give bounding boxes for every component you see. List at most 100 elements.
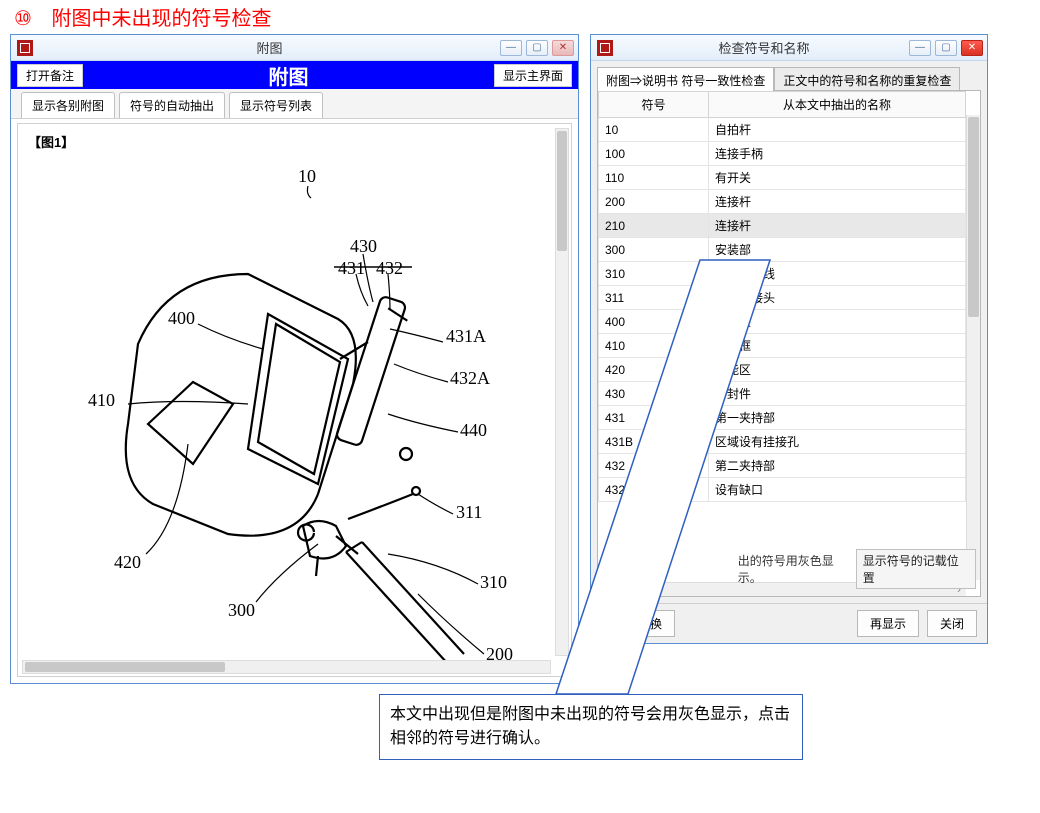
cell-name: 有开关 [709, 166, 966, 190]
fig-label-420: 420 [114, 552, 141, 572]
table-row[interactable]: 110有开关 [599, 166, 966, 190]
close-button[interactable]: ✕ [961, 40, 983, 56]
check-window: 检查符号和名称 — ▢ ✕ 附图⇒说明书 符号一致性检查 正文中的符号和名称的重… [590, 34, 988, 644]
table-row[interactable]: 311第一连接头 [599, 286, 966, 310]
settings-switch-button[interactable]: 设定切换 [601, 610, 675, 637]
cell-symbol: 430 [599, 382, 709, 406]
check-tabbar: 附图⇒说明书 符号一致性检查 正文中的符号和名称的重复检查 [597, 67, 981, 91]
symbol-table-panel: 符号 从本文中抽出的名称 10自拍杆100连接手柄110有开关200连接杆210… [597, 90, 981, 597]
symbol-table[interactable]: 符号 从本文中抽出的名称 10自拍杆100连接手柄110有开关200连接杆210… [598, 91, 966, 502]
cell-symbol: 400 [599, 310, 709, 334]
close-panel-button[interactable]: 关闭 [927, 610, 977, 637]
cell-name: 连接手柄 [709, 142, 966, 166]
fig-label-431: 431 [338, 258, 365, 278]
close-button[interactable]: ✕ [552, 40, 574, 56]
bottom-button-bar: 设定切换 再显示 关闭 [591, 603, 987, 643]
table-row[interactable]: 432第二夹持部 [599, 454, 966, 478]
fig-label-10: 10 [298, 166, 316, 186]
cell-name: 第一连接头 [709, 286, 966, 310]
blue-toolbar: 打开备注 附图 显示主界面 [11, 61, 578, 89]
table-row[interactable]: 430密封件 [599, 382, 966, 406]
page-heading: ⑩ 附图中未出现的符号检查 [14, 2, 272, 31]
cell-symbol: 432B [599, 478, 709, 502]
table-row[interactable]: 310第一连接线 [599, 262, 966, 286]
figure-window: 附图 — ▢ ✕ 打开备注 附图 显示主界面 显示各别附图 符号的自动抽出 显示… [10, 34, 579, 684]
heading-text: 附图中未出现的符号检查 [52, 8, 272, 30]
left-window-title: 附图 [39, 38, 500, 57]
callout-text: 本文中出现但是附图中未出现的符号会用灰色显示，点击相邻的符号进行确认。 [390, 706, 790, 747]
cell-name: 防水袋 [709, 310, 966, 334]
app-icon [17, 40, 33, 56]
table-row[interactable]: 420功能区 [599, 358, 966, 382]
fig-label-300: 300 [228, 600, 255, 620]
figure-svg: 10 430 431 432 431A 432A 440 311 310 200… [18, 124, 558, 664]
table-row[interactable]: 431第一夹持部 [599, 406, 966, 430]
cell-name: 安装部 [709, 238, 966, 262]
cell-symbol: 100 [599, 142, 709, 166]
cell-name: 连接杆 [709, 190, 966, 214]
cell-name: 第一夹持部 [709, 406, 966, 430]
table-row[interactable]: 410安装框 [599, 334, 966, 358]
cell-name: 连接杆 [709, 214, 966, 238]
table-row[interactable]: 400防水袋 [599, 310, 966, 334]
cell-symbol: 420 [599, 358, 709, 382]
fig-label-310: 310 [480, 572, 507, 592]
fig-label-432: 432 [376, 258, 403, 278]
cell-name: 区域设有挂接孔 [709, 430, 966, 454]
fig-label-431A: 431A [446, 326, 486, 346]
table-row[interactable]: 10自拍杆 [599, 118, 966, 142]
show-symbol-position-button[interactable]: 显示符号的记载位置 [856, 549, 976, 589]
heading-num: ⑩ [14, 6, 32, 31]
tab-auto-extract-symbols[interactable]: 符号的自动抽出 [119, 92, 225, 118]
cell-symbol: 410 [599, 334, 709, 358]
blue-title: 附图 [89, 61, 488, 90]
refresh-button[interactable]: 再显示 [857, 610, 919, 637]
cell-symbol: 311 [599, 286, 709, 310]
tab-duplicate-check[interactable]: 正文中的符号和名称的重复检查 [774, 67, 960, 91]
table-row[interactable]: 200连接杆 [599, 190, 966, 214]
cell-symbol: 432 [599, 454, 709, 478]
tab-show-symbol-list[interactable]: 显示符号列表 [229, 92, 323, 118]
cell-symbol: 431B [599, 430, 709, 454]
tab-consistency-check[interactable]: 附图⇒说明书 符号一致性检查 [597, 67, 774, 91]
right-window-title: 检查符号和名称 [619, 38, 909, 57]
minimize-button[interactable]: — [909, 40, 931, 56]
cell-name: 密封件 [709, 382, 966, 406]
table-row[interactable]: 100连接手柄 [599, 142, 966, 166]
fig-label-400: 400 [168, 308, 195, 328]
cell-name: 第二夹持部 [709, 454, 966, 478]
cell-name: 第一连接线 [709, 262, 966, 286]
tab-show-each-figure[interactable]: 显示各别附图 [21, 92, 115, 118]
table-row[interactable]: 210连接杆 [599, 214, 966, 238]
open-backup-button[interactable]: 打开备注 [17, 64, 83, 87]
fig-label-410: 410 [88, 390, 115, 410]
cell-symbol: 10 [599, 118, 709, 142]
minimize-button[interactable]: — [500, 40, 522, 56]
left-titlebar: 附图 — ▢ ✕ [11, 35, 578, 61]
figure-canvas: 【图1】 [17, 123, 572, 677]
cell-symbol: 200 [599, 190, 709, 214]
col-name[interactable]: 从本文中抽出的名称 [709, 92, 966, 118]
col-symbol[interactable]: 符号 [599, 92, 709, 118]
cell-name: 自拍杆 [709, 118, 966, 142]
table-row[interactable]: 300安装部 [599, 238, 966, 262]
fig-label-432A: 432A [450, 368, 490, 388]
table-row[interactable]: 432B设有缺口 [599, 478, 966, 502]
cell-symbol: 431 [599, 406, 709, 430]
cell-symbol: 300 [599, 238, 709, 262]
footer-note: ※未能从 出的符号用灰色显示。 显示符号的记载位置 [602, 560, 976, 578]
cell-name: 安装框 [709, 334, 966, 358]
cell-symbol: 310 [599, 262, 709, 286]
maximize-button[interactable]: ▢ [935, 40, 957, 56]
callout-box: 本文中出现但是附图中未出现的符号会用灰色显示，点击相邻的符号进行确认。 [379, 694, 803, 760]
table-row[interactable]: 431B区域设有挂接孔 [599, 430, 966, 454]
fig-label-430: 430 [350, 236, 377, 256]
canvas-scrollbar-v[interactable] [555, 128, 569, 656]
right-titlebar: 检查符号和名称 — ▢ ✕ [591, 35, 987, 61]
app-icon [597, 40, 613, 56]
maximize-button[interactable]: ▢ [526, 40, 548, 56]
canvas-scrollbar-h[interactable] [22, 660, 551, 674]
show-main-button[interactable]: 显示主界面 [494, 64, 572, 87]
cell-symbol: 110 [599, 166, 709, 190]
table-scrollbar-v[interactable] [966, 115, 980, 580]
